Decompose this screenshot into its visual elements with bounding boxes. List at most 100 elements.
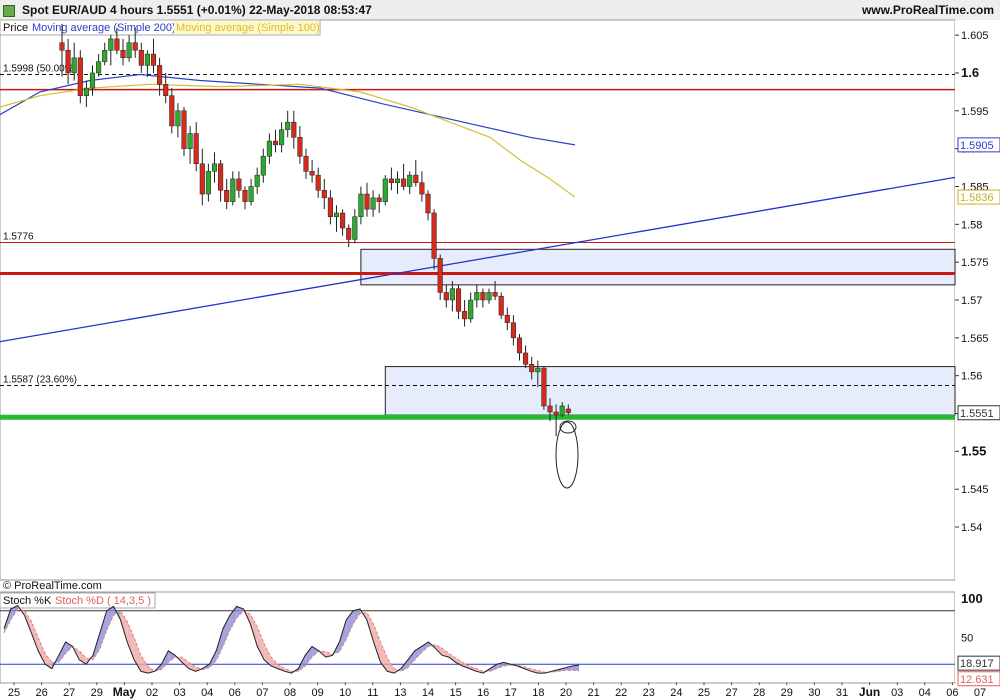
candle-body	[102, 50, 108, 62]
x-tick-label: 13	[394, 687, 406, 699]
y-tick-label: 1.575	[961, 257, 989, 269]
x-tick-label: 10	[339, 687, 351, 699]
stoch-legend-k: Stoch %K	[3, 595, 52, 607]
x-tick-label: 18	[532, 687, 544, 699]
x-tick-label: 29	[91, 687, 103, 699]
x-tick-label: 03	[173, 687, 185, 699]
chart-legend: Price Moving average (Simple 200) Moving a…	[0, 19, 321, 36]
candle-body	[394, 178, 401, 183]
candle-body	[199, 163, 205, 195]
candle-body	[370, 197, 376, 210]
x-tick-label: 20	[560, 687, 572, 699]
x-tick-label: May	[113, 685, 137, 699]
candle-body	[376, 197, 382, 202]
x-tick-label: 31	[836, 687, 848, 699]
candle-body	[504, 314, 510, 323]
candle-body	[364, 193, 370, 210]
candle-body	[340, 212, 346, 229]
candle-body	[175, 110, 181, 127]
x-tick-label: 09	[311, 687, 323, 699]
candle-body	[236, 178, 242, 191]
candle-body	[315, 174, 321, 191]
candle-body	[193, 133, 199, 165]
candle-body	[242, 190, 248, 202]
stoch-y-label: 50	[961, 633, 973, 645]
candle-body	[346, 227, 352, 240]
x-tick-label: 07	[256, 687, 268, 699]
candle-body	[224, 190, 230, 202]
candle-body	[77, 57, 83, 96]
y-tick-label: 1.565	[961, 333, 989, 345]
candle-body	[96, 61, 102, 74]
candle-body	[468, 299, 474, 320]
x-tick-label: 04	[201, 687, 213, 699]
candle-body	[114, 38, 120, 51]
candle-body	[401, 178, 407, 187]
annotation-label-2: 1.5776	[3, 231, 34, 242]
candle-body	[407, 174, 413, 187]
candle-body	[291, 121, 297, 138]
candle-body	[516, 337, 523, 354]
candle-body	[89, 72, 96, 89]
candle-body	[132, 42, 138, 51]
candle-body	[205, 171, 211, 195]
candle-body	[437, 258, 443, 293]
x-tick-label: 28	[753, 687, 765, 699]
candle-body	[388, 178, 394, 183]
x-tick-label: 27	[725, 687, 737, 699]
candle-body	[535, 367, 541, 373]
candle-body	[413, 174, 419, 183]
stoch-value-tag-2: 12.631	[960, 674, 994, 686]
candle-body	[187, 133, 193, 149]
y-tick-label: 1.595	[961, 106, 989, 118]
candle-body	[382, 178, 388, 202]
candle-body	[321, 190, 327, 199]
value-tag-3: 1.5551	[960, 408, 994, 420]
x-tick-label: 16	[477, 687, 489, 699]
x-tick-label: 26	[35, 687, 47, 699]
candle-body	[144, 53, 150, 66]
x-tick-label: 23	[643, 687, 655, 699]
candle-body	[260, 155, 266, 176]
y-tick-label: 1.54	[961, 522, 982, 534]
candle-body	[71, 57, 77, 74]
candle-body	[541, 367, 547, 407]
candle-body	[492, 292, 498, 297]
candle-body	[218, 163, 224, 191]
candle-body	[138, 50, 144, 66]
x-tick-label: 02	[146, 687, 158, 699]
candle-body	[211, 163, 218, 172]
candle-body	[358, 193, 364, 218]
legend-ma200: Moving average (Simple 200)	[32, 22, 176, 34]
candle-body	[327, 197, 333, 218]
candle-body	[303, 155, 309, 172]
x-tick-label: 17	[505, 687, 517, 699]
candle-body	[126, 42, 132, 59]
x-tick-label: 25	[698, 687, 710, 699]
y-tick-label: 1.55	[961, 443, 986, 458]
x-tick-label: 15	[449, 687, 461, 699]
x-tick-label: 06	[229, 687, 241, 699]
y-axis-area	[955, 20, 1000, 682]
stoch-legend-d: Stoch %D ( 14,3,5 )	[55, 595, 151, 607]
x-tick-label: 29	[781, 687, 793, 699]
y-tick-label: 1.605	[961, 30, 989, 42]
candle-body	[297, 137, 303, 157]
price-chart: Price Moving average (Simple 200) Moving a…	[0, 19, 1000, 699]
copyright-text: © ProRealTime.com	[3, 580, 102, 592]
stoch-value-tag-1: 18.917	[960, 658, 994, 670]
candle-body	[279, 129, 285, 146]
candle-body	[547, 405, 553, 413]
candle-body	[419, 182, 425, 195]
x-tick-label: Jun	[859, 685, 880, 699]
legend-price: Price	[3, 22, 28, 34]
candle-body	[285, 121, 291, 130]
x-tick-label: 27	[63, 687, 75, 699]
x-tick-label: 25	[8, 687, 20, 699]
candle-body	[266, 140, 272, 157]
candle-body	[65, 50, 71, 74]
candle-body	[248, 186, 254, 202]
candle-body	[352, 216, 358, 240]
candle-body	[449, 288, 455, 301]
candle-body	[150, 53, 157, 66]
